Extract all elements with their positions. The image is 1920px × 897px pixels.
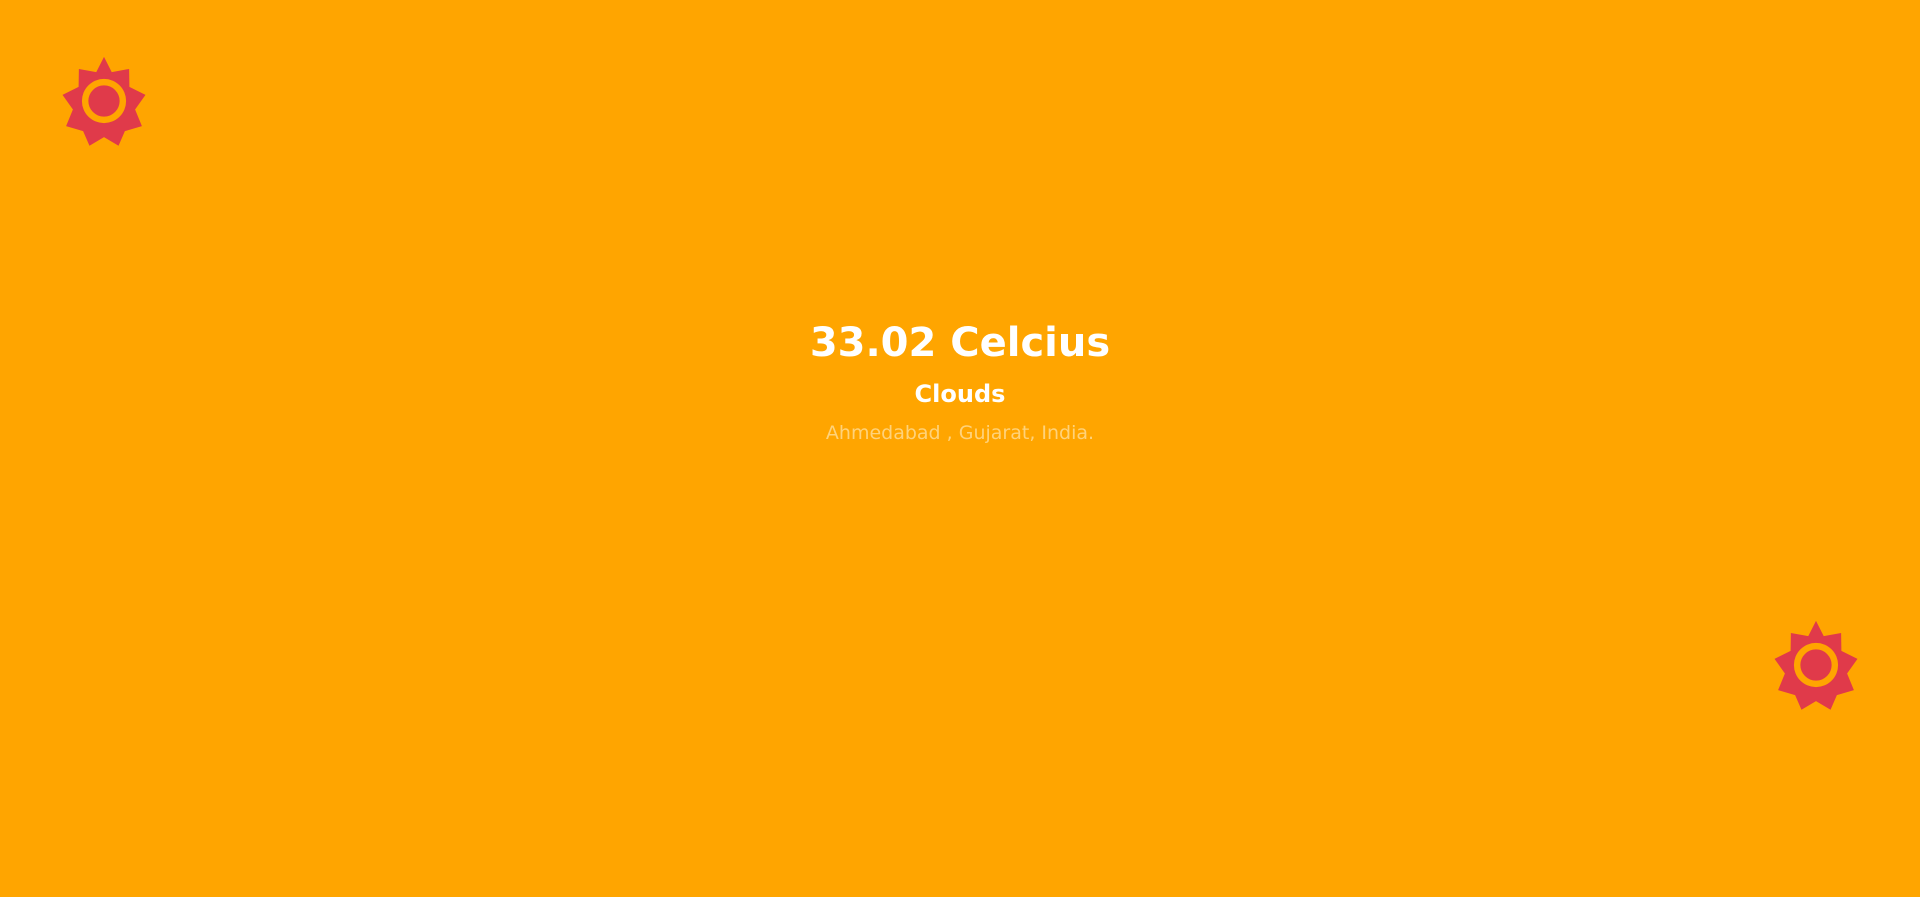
weather-condition: Clouds	[914, 380, 1006, 408]
location-label: Ahmedabad , Gujarat, India.	[825, 422, 1095, 444]
sun-icon	[1770, 619, 1862, 711]
weather-summary: 33.02 Celcius Clouds Ahmedabad , Gujarat…	[0, 318, 1920, 446]
temperature-readout: 33.02 Celcius	[809, 320, 1111, 366]
sun-icon	[58, 55, 150, 147]
